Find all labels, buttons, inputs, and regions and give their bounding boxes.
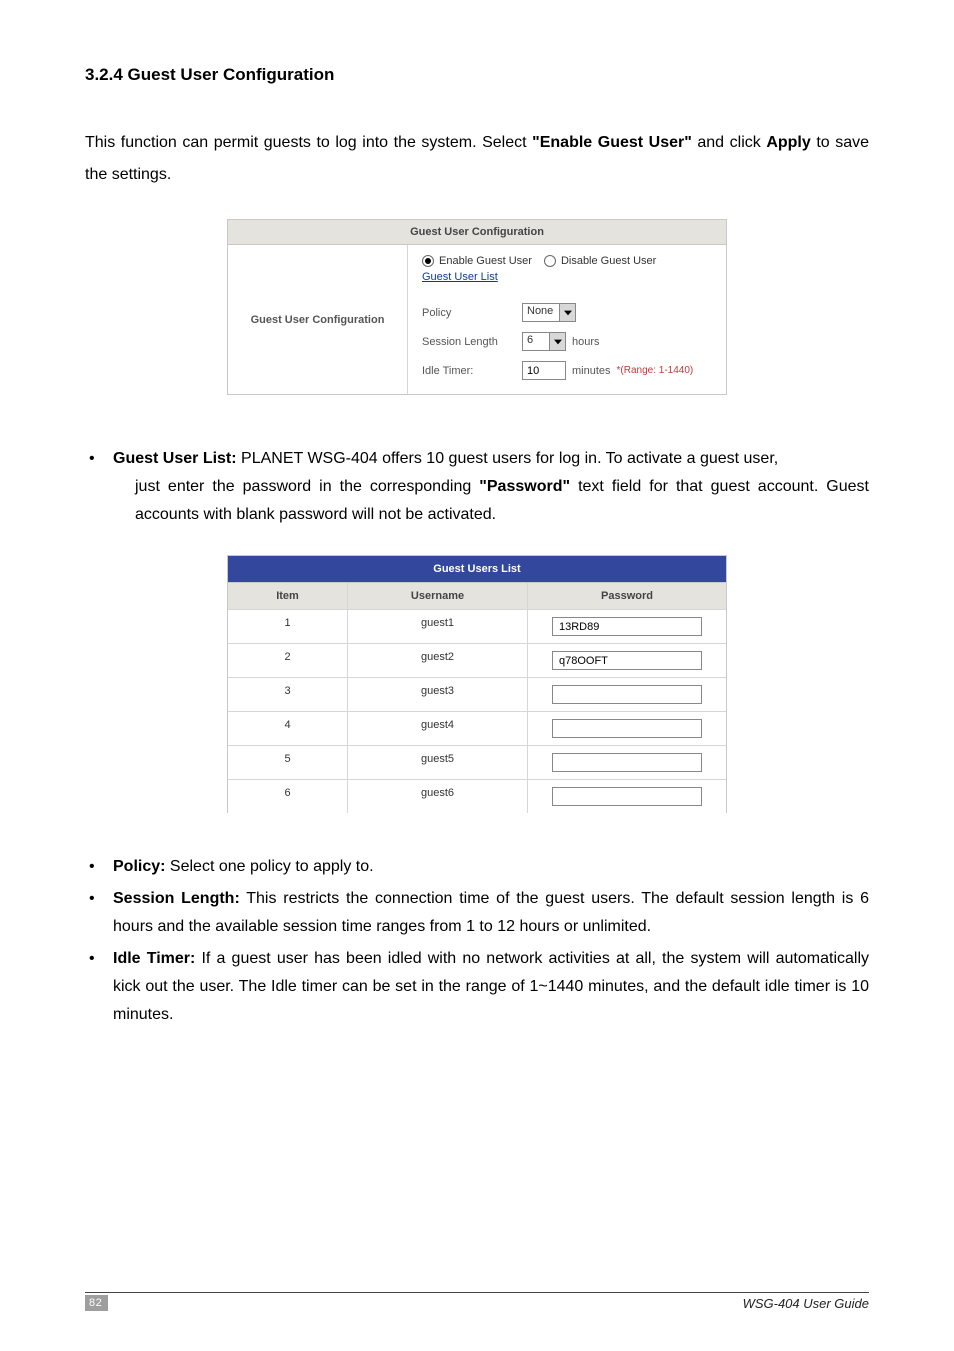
idle-timer-input[interactable] [522,361,566,380]
bullet-gul-line1: PLANET WSG-404 offers 10 guest users for… [237,450,779,467]
cell-username: guest2 [348,644,528,677]
password-input[interactable] [552,617,702,636]
password-input[interactable] [552,685,702,704]
policy-label: Policy [422,307,522,319]
cell-item: 2 [228,644,348,677]
cell-item: 4 [228,712,348,745]
session-length-select[interactable]: 6 [522,332,566,351]
table-row: 6 guest6 [228,780,726,813]
intro-bold-enable: "Enable Guest User" [532,134,692,151]
bullet-idle-timer: • Idle Timer: If a guest user has been i… [85,945,869,1029]
password-input[interactable] [552,787,702,806]
radio-disable-label: Disable Guest User [561,255,656,267]
cell-username: guest4 [348,712,528,745]
chevron-down-icon [559,304,575,321]
guest-users-list-table: Guest Users List Item Username Password … [227,555,727,813]
panel-left-label: Guest User Configuration [228,245,408,394]
password-input[interactable] [552,719,702,738]
bullet-session-length: • Session Length: This restricts the con… [85,885,869,941]
cell-item: 3 [228,678,348,711]
bullet-gul-password-bold: "Password" [479,478,570,495]
bullet-session-label: Session Length: [113,890,240,907]
cell-username: guest5 [348,746,528,779]
table-title: Guest Users List [228,556,726,583]
bullet-policy-text: Select one policy to apply to. [165,858,373,875]
intro-paragraph: This function can permit guests to log i… [85,127,869,191]
idle-timer-suffix: minutes [572,365,611,377]
cell-username: guest3 [348,678,528,711]
radio-enable-guest[interactable] [422,255,434,267]
policy-select[interactable]: None [522,303,576,322]
radio-disable-guest[interactable] [544,255,556,267]
bullet-guest-user-list: • Guest User List: PLANET WSG-404 offers… [85,445,869,529]
table-row: 3 guest3 [228,678,726,712]
intro-bold-apply: Apply [766,134,810,151]
password-input[interactable] [552,651,702,670]
session-length-label: Session Length [422,336,522,348]
intro-text-mid: and click [692,134,766,151]
cell-item: 6 [228,780,348,813]
intro-text-pre: This function can permit guests to log i… [85,134,532,151]
cell-username: guest6 [348,780,528,813]
guest-user-config-panel: Guest User Configuration Guest User Conf… [227,219,727,395]
page-footer: 82 WSG-404 User Guide [85,1292,869,1311]
bullet-policy: • Policy: Select one policy to apply to. [85,853,869,881]
session-length-value: 6 [523,333,549,350]
panel-title: Guest User Configuration [228,220,726,245]
policy-select-value: None [523,304,559,321]
th-password: Password [528,583,726,609]
idle-timer-label: Idle Timer: [422,365,522,377]
radio-enable-label: Enable Guest User [439,255,532,267]
bullet-policy-label: Policy: [113,858,165,875]
cell-username: guest1 [348,610,528,643]
table-row: 1 guest1 [228,610,726,644]
table-row: 5 guest5 [228,746,726,780]
idle-timer-range: *(Range: 1-1440) [617,365,694,376]
th-username: Username [348,583,528,609]
table-row: 4 guest4 [228,712,726,746]
th-item: Item [228,583,348,609]
password-input[interactable] [552,753,702,772]
bullet-gul-line2a: just enter the password in the correspon… [135,478,479,495]
cell-item: 5 [228,746,348,779]
bullet-idle-label: Idle Timer: [113,950,195,967]
chevron-down-icon [549,333,565,350]
cell-item: 1 [228,610,348,643]
page-number: 82 [85,1295,108,1311]
guest-user-list-link[interactable]: Guest User List [422,271,498,283]
table-row: 2 guest2 [228,644,726,678]
guide-title: WSG-404 User Guide [743,1296,869,1311]
section-heading: 3.2.4 Guest User Configuration [85,65,869,85]
session-length-suffix: hours [572,336,600,348]
bullet-gul-label: Guest User List: [113,450,237,467]
bullet-idle-text: If a guest user has been idled with no n… [113,950,869,1023]
